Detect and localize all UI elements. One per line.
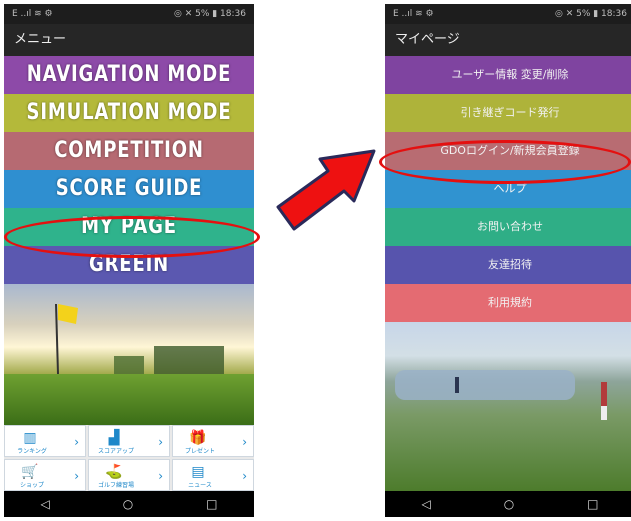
tile-label: ゴルフ練習場 [97,482,134,489]
status-bar: E ..ıl ≋ ⚙ ◎ ✕ 5% ▮ 18:36 [4,4,254,24]
status-right: ◎ ✕ 5% ▮ 18:36 [554,9,627,19]
menu-item-transfer-code[interactable]: 引き継ぎコード発行 [385,94,631,132]
chevron-right-icon: › [74,469,79,483]
status-right: ◎ ✕ 5% ▮ 18:36 [173,9,246,19]
status-bar: E ..ıl ≋ ⚙ ◎ ✕ 5% ▮ 18:36 [385,4,631,24]
chart-icon: ▟ [108,430,120,446]
gift-icon: 🎁 [189,430,207,446]
left-phone-screen: E ..ıl ≋ ⚙ ◎ ✕ 5% ▮ 18:36 メニュー NAVIGATIO… [4,4,254,517]
chevron-right-icon: › [242,469,247,483]
golf-flag-icon: ⛳ [105,464,123,480]
home-icon[interactable]: ○ [504,497,514,511]
tile-label: ショップ [19,482,44,489]
menu-item-label: SIMULATION MODE [26,100,232,125]
home-icon[interactable]: ○ [123,497,133,511]
recent-apps-icon[interactable]: □ [206,497,217,511]
ranking-icon: ▥ [23,430,37,446]
status-left: E ..ıl ≋ ⚙ [393,9,434,19]
menu-item-simulation-mode[interactable]: SIMULATION MODE [4,94,254,132]
menu-item-invite-friends[interactable]: 友達招待 [385,246,631,284]
flag-illustration [55,303,224,375]
menu-item-label: NAVIGATION MODE [26,62,232,87]
android-nav-bar: ◁ ○ □ [385,491,631,517]
tile-score-up[interactable]: ▟ スコアアップ › [88,425,170,457]
gdo-login-highlight [379,140,631,184]
menu-item-score-guide[interactable]: SCORE GUIDE [4,170,254,208]
tile-label: スコアアップ [97,448,134,455]
golf-course-photo [4,284,254,375]
shortcut-tiles: ▥ ランキング › ▟ スコアアップ › 🎁 プレゼント › 🛒 ショップ › … [4,425,254,491]
menu-item-navigation-mode[interactable]: NAVIGATION MODE [4,56,254,94]
tile-ranking[interactable]: ▥ ランキング › [4,425,86,457]
chevron-right-icon: › [74,435,79,449]
tile-present[interactable]: 🎁 プレゼント › [172,425,254,457]
my-page-highlight [4,216,260,258]
chevron-right-icon: › [158,469,163,483]
menu-item-user-info[interactable]: ユーザー情報 変更/削除 [385,56,631,94]
tile-shop[interactable]: 🛒 ショップ › [4,459,86,491]
back-icon[interactable]: ◁ [421,497,430,511]
menu-item-label: SCORE GUIDE [55,176,203,201]
tile-label: ランキング [17,448,47,455]
tile-news[interactable]: ▤ ニュース › [172,459,254,491]
arrow-icon [276,149,376,231]
android-nav-bar: ◁ ○ □ [4,491,254,517]
menu-item-competition-mode[interactable]: COMPETITION MODE [4,132,254,170]
back-icon[interactable]: ◁ [40,497,49,511]
recent-apps-icon[interactable]: □ [587,497,598,511]
chevron-right-icon: › [158,435,163,449]
tile-label: ニュース [188,482,212,489]
chevron-right-icon: › [242,435,247,449]
menu-item-label: COMPETITION MODE [54,138,204,163]
menu-item-terms[interactable]: 利用規約 [385,284,631,322]
menu-item-contact[interactable]: お問い合わせ [385,208,631,246]
mypage-menu: ユーザー情報 変更/削除 引き継ぎコード発行 GDOログイン/新規会員登録 ヘル… [385,56,631,322]
news-icon: ▤ [191,464,205,480]
fairway-photo [4,374,254,425]
page-title: メニュー [4,24,254,56]
status-left: E ..ıl ≋ ⚙ [12,9,53,19]
golfer-illustration [455,377,607,420]
tile-label: プレゼント [184,448,215,455]
tile-driving-range[interactable]: ⛳ ゴルフ練習場 › [88,459,170,491]
golf-lake-photo [385,322,631,491]
page-title: マイページ [385,24,631,56]
cart-icon: 🛒 [21,464,39,480]
right-phone-screen: E ..ıl ≋ ⚙ ◎ ✕ 5% ▮ 18:36 マイページ ユーザー情報 変… [385,4,631,517]
